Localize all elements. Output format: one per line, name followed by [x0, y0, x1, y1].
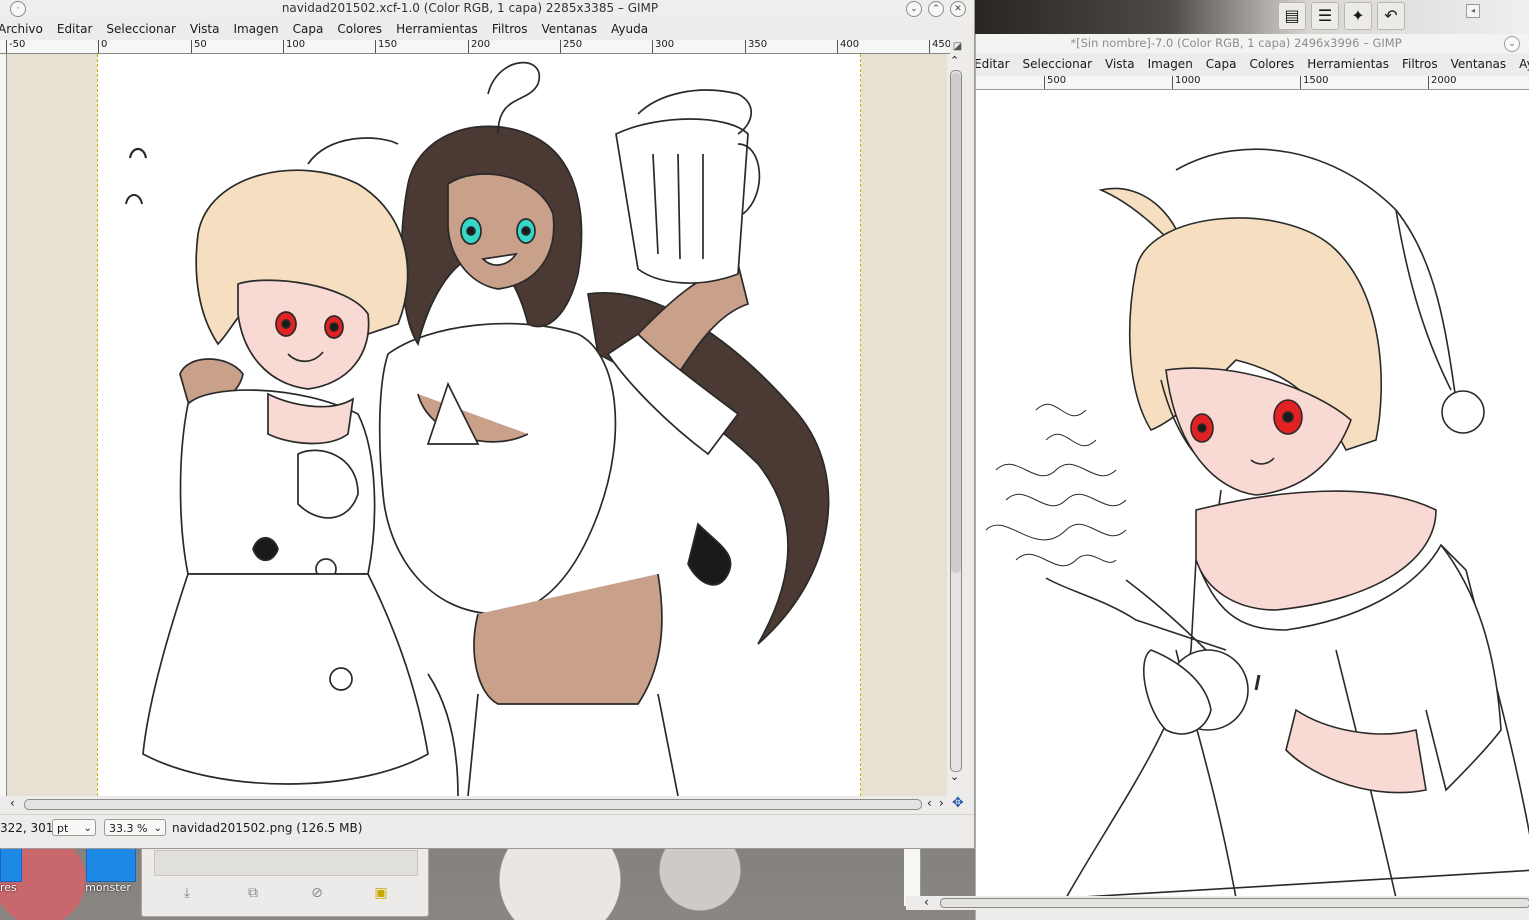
zoom-value: 33.3 % — [109, 822, 148, 835]
chevron-down-icon: ⌄ — [153, 823, 162, 834]
gimp-window-secondary: *[Sin nombre]-7.0 (Color RGB, 1 capa) 24… — [904, 34, 1529, 920]
navigate-icon[interactable]: ✥ — [952, 795, 964, 811]
ruler-tick: 250 — [560, 40, 582, 53]
menu-archivo[interactable]: Archivo — [0, 19, 43, 39]
menu-ventanas[interactable]: Ventanas — [1451, 54, 1507, 75]
menu-filtros[interactable]: Filtros — [492, 19, 528, 39]
menu-capa[interactable]: Capa — [293, 19, 324, 39]
unit-value: pt — [57, 822, 69, 835]
horizontal-scrollbar[interactable]: ‹ ‹ › ✥ — [0, 795, 974, 813]
minimize-button[interactable]: ⌄ — [1504, 36, 1520, 52]
chevron-down-icon: ⌄ — [83, 823, 92, 834]
menubar: Editar Seleccionar Vista Imagen Capa Colores H… — [976, 54, 1529, 75]
menu-ventanas[interactable]: Ventanas — [541, 19, 597, 39]
ruler-tick: 100 — [283, 40, 305, 53]
pointer-coordinates: 322, 301 — [0, 821, 54, 835]
desktop-folder-icon[interactable] — [0, 848, 22, 882]
scrollbar-thumb[interactable] — [951, 73, 961, 573]
maximize-button[interactable]: ⌃ — [928, 1, 944, 17]
image-canvas[interactable] — [97, 54, 861, 796]
menu-vista[interactable]: Vista — [190, 19, 220, 39]
scroll-down-icon[interactable]: ⌄ — [950, 770, 959, 783]
menu-vista[interactable]: Vista — [1105, 54, 1135, 75]
window-title: *[Sin nombre]-7.0 (Color RGB, 1 capa) 24… — [1070, 36, 1402, 50]
close-button[interactable]: ✕ — [950, 1, 966, 17]
scroll-up-icon[interactable]: ⌃ — [950, 54, 959, 67]
channels-icon[interactable]: ☰ — [1311, 2, 1339, 30]
menu-editar[interactable]: Editar — [976, 54, 1010, 75]
ruler-tick: 150 — [375, 40, 397, 53]
ruler-tick: 50 — [191, 40, 207, 53]
menu-filtros[interactable]: Filtros — [1402, 54, 1438, 75]
delete-icon[interactable]: ⊘ — [308, 884, 326, 902]
paths-icon[interactable]: ✦ — [1344, 2, 1372, 30]
menu-seleccionar[interactable]: Seleccionar — [106, 19, 175, 39]
vertical-ruler — [0, 54, 7, 796]
scrollbar-track[interactable] — [24, 799, 922, 810]
dock-panel: ⤓ ⧉ ⊘ ▣ — [141, 845, 429, 917]
window-title: navidad201502.xcf-1.0 (Color RGB, 1 capa… — [281, 1, 659, 15]
minimize-button[interactable]: ⌄ — [906, 1, 922, 17]
menu-capa[interactable]: Capa — [1206, 54, 1237, 75]
scroll-left-icon[interactable]: ‹ — [927, 796, 932, 810]
dock-panel-list — [154, 850, 418, 876]
scrollbar-track[interactable] — [940, 898, 1529, 908]
menubar: Archivo Editar Seleccionar Vista Imagen Capa C… — [0, 19, 974, 39]
dock-menu-icon[interactable]: ◂ — [1466, 4, 1480, 18]
desktop-folder-icon[interactable] — [86, 848, 136, 882]
ruler-tick: 1500 — [1300, 76, 1328, 89]
layers-icon[interactable]: ▤ — [1278, 2, 1306, 30]
menu-ayuda[interactable]: Ayuda — [611, 19, 648, 39]
menu-colores[interactable]: Colores — [1250, 54, 1295, 75]
ruler-tick: 300 — [652, 40, 674, 53]
save-to-disk-icon[interactable]: ⤓ — [178, 884, 196, 902]
menu-imagen[interactable]: Imagen — [1148, 54, 1193, 75]
scroll-right-icon[interactable]: › — [939, 796, 944, 810]
ruler-tick: 1000 — [1172, 76, 1200, 89]
unit-select[interactable]: pt ⌄ — [52, 819, 96, 836]
ruler-tick: 400 — [837, 40, 859, 53]
scroll-left-icon[interactable]: ‹ — [924, 895, 929, 909]
duplicate-icon[interactable]: ⧉ — [244, 884, 262, 902]
desktop-icon-label: res — [0, 881, 17, 894]
image-canvas[interactable] — [976, 90, 1529, 898]
menu-herramientas[interactable]: Herramientas — [1307, 54, 1389, 75]
open-icon[interactable]: ▣ — [372, 884, 390, 902]
scroll-left-icon[interactable]: ‹ — [10, 796, 15, 810]
window-titlebar: *[Sin nombre]-7.0 (Color RGB, 1 capa) 24… — [976, 34, 1529, 53]
menu-editar[interactable]: Editar — [57, 19, 93, 39]
horizontal-ruler: -50 0 50 100 150 200 250 300 350 400 450 — [0, 40, 950, 54]
horizontal-ruler: 500 1000 1500 2000 — [976, 76, 1529, 90]
desktop-top-strip: ▤ ☰ ✦ ↶ ◂ — [975, 0, 1529, 34]
vertical-scrollbar[interactable]: ⌃ ⌄ — [948, 54, 964, 796]
menu-imagen[interactable]: Imagen — [233, 19, 278, 39]
ruler-tick: 350 — [745, 40, 767, 53]
undo-history-icon[interactable]: ↶ — [1377, 2, 1405, 30]
ruler-tick: 450 — [929, 40, 950, 53]
ruler-tick: 0 — [98, 40, 107, 53]
ruler-tick: 2000 — [1428, 76, 1456, 89]
quick-mask-icon[interactable]: ◪ — [951, 40, 964, 53]
menu-colores[interactable]: Colores — [337, 19, 382, 39]
statusbar: 322, 301 pt ⌄ 33.3 % ⌄ navidad201502.png… — [0, 814, 974, 841]
status-message: navidad201502.png (126.5 MB) — [172, 821, 363, 835]
window-titlebar: · navidad201502.xcf-1.0 (Color RGB, 1 ca… — [0, 0, 974, 18]
menu-herramientas[interactable]: Herramientas — [396, 19, 478, 39]
zoom-select[interactable]: 33.3 % ⌄ — [104, 819, 166, 836]
scrollbar-track[interactable] — [950, 70, 962, 772]
canvas-area[interactable] — [7, 54, 947, 796]
menu-ayuda[interactable]: Ayuda — [1519, 54, 1529, 75]
horizontal-scrollbar[interactable]: ‹ — [906, 895, 1529, 910]
menu-seleccionar[interactable]: Seleccionar — [1023, 54, 1092, 75]
ruler-tick: -50 — [6, 40, 25, 53]
ruler-tick: 200 — [468, 40, 490, 53]
ruler-tick: 500 — [1044, 76, 1066, 89]
gimp-window-main: · navidad201502.xcf-1.0 (Color RGB, 1 ca… — [0, 0, 975, 849]
desktop-icon-label: monster — [85, 881, 131, 894]
artwork-girl-with-ladle — [985, 148, 1529, 898]
artwork-two-girls — [125, 61, 830, 796]
